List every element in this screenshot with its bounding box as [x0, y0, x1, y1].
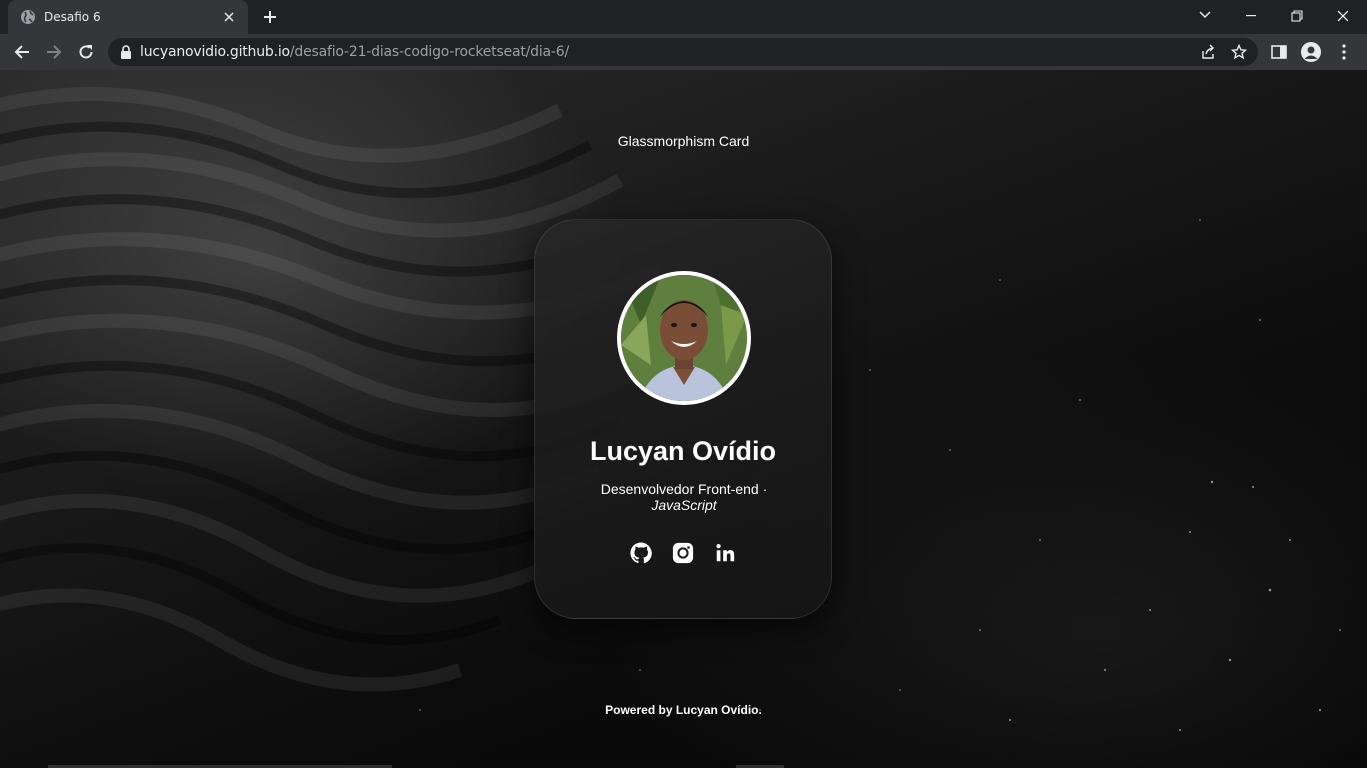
- instagram-icon[interactable]: [672, 542, 694, 564]
- browser-toolbar: lucyanovidio.github.io/desafio-21-dias-c…: [0, 34, 1367, 70]
- reload-button[interactable]: [70, 36, 102, 68]
- minimize-button[interactable]: [1228, 0, 1274, 32]
- github-icon[interactable]: [630, 542, 652, 564]
- footer: Powered by Lucyan Ovídio.: [0, 703, 1367, 717]
- restore-icon: [1291, 10, 1303, 22]
- url-host: lucyanovidio.github.io: [140, 44, 290, 60]
- plus-icon: [264, 11, 276, 23]
- footer-prefix: Powered by: [605, 703, 676, 717]
- reload-icon: [79, 45, 93, 59]
- tab-title: Desafio 6: [44, 10, 101, 24]
- lock-icon: [121, 45, 131, 59]
- side-panel-button[interactable]: [1265, 38, 1293, 66]
- chevron-down-icon: [1199, 11, 1211, 19]
- role-text: Desenvolvedor Front-end ·: [600, 481, 768, 497]
- tab-strip: Desafio 6: [0, 0, 1367, 34]
- card-role: Desenvolvedor Front-end · JavaScript: [575, 481, 793, 513]
- globe-icon: [20, 9, 36, 25]
- url-text: lucyanovidio.github.io/desafio-21-dias-c…: [140, 44, 569, 60]
- linkedin-icon[interactable]: [714, 542, 736, 564]
- tab-search-button[interactable]: [1193, 4, 1217, 26]
- address-bar[interactable]: lucyanovidio.github.io/desafio-21-dias-c…: [108, 38, 1258, 66]
- page-title: Glassmorphism Card: [617, 133, 750, 149]
- arrow-left-icon: [14, 45, 29, 59]
- avatar-icon: [1301, 42, 1321, 62]
- profile-card: Lucyan Ovídio Desenvolvedor Front-end · …: [534, 219, 832, 619]
- card-name: Lucyan Ovídio: [589, 436, 777, 466]
- restore-button[interactable]: [1274, 0, 1320, 32]
- close-tab-icon[interactable]: [220, 8, 238, 26]
- browser-tab[interactable]: Desafio 6: [8, 0, 248, 34]
- close-window-button[interactable]: [1320, 0, 1366, 32]
- social-links: [535, 542, 831, 564]
- profile-button[interactable]: [1297, 38, 1325, 66]
- share-icon[interactable]: [1197, 42, 1219, 62]
- kebab-menu-icon: [1342, 44, 1346, 60]
- menu-button[interactable]: [1330, 38, 1358, 66]
- footer-author-link[interactable]: Lucyan Ovídio: [676, 703, 759, 717]
- url-path: /desafio-21-dias-codigo-rocketseat/dia-6…: [289, 44, 569, 60]
- footer-suffix: .: [758, 703, 762, 717]
- new-tab-button[interactable]: [258, 6, 282, 28]
- avatar: [617, 271, 751, 405]
- arrow-right-icon: [47, 45, 62, 59]
- role-language: JavaScript: [651, 497, 717, 513]
- forward-button[interactable]: [38, 36, 70, 68]
- page-viewport: Glassmorphism Card Lucyan Ovídio Desenvo…: [0, 70, 1367, 768]
- bookmark-star-icon[interactable]: [1228, 42, 1250, 62]
- side-panel-icon: [1271, 45, 1287, 59]
- back-button[interactable]: [6, 36, 38, 68]
- close-icon: [1337, 10, 1349, 22]
- profile-photo: [621, 275, 747, 401]
- minimize-icon: [1246, 15, 1256, 17]
